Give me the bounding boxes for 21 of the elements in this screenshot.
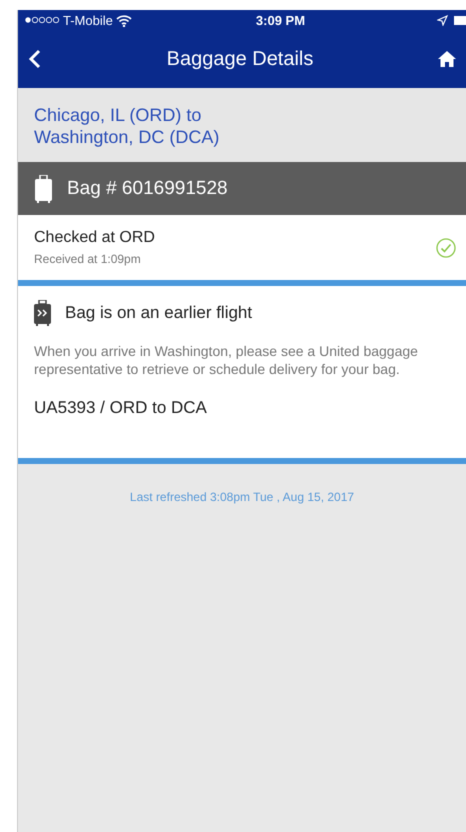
flight-info: UA5393 / ORD to DCA bbox=[34, 398, 208, 418]
notice-message: When you arrive in Washington, please see a United baggage representative to retrieve or schedule delivery for your bag. bbox=[34, 342, 419, 378]
back-chevron-icon bbox=[28, 49, 42, 69]
route-title: Chicago, IL (ORD) to Washington, DC (DCA) bbox=[34, 104, 220, 148]
home-button[interactable] bbox=[438, 50, 456, 68]
event-detail: Received at 1:09pm bbox=[34, 252, 142, 266]
notice-title: Bag is on an earlier flight bbox=[65, 303, 252, 323]
suitcase-icon bbox=[34, 174, 53, 202]
event-title: Checked at ORD bbox=[34, 229, 156, 247]
battery-icon bbox=[454, 16, 466, 24]
location-arrow-icon bbox=[437, 14, 448, 26]
home-icon bbox=[438, 50, 456, 68]
suitcase-forward-icon bbox=[34, 300, 51, 326]
signal-icon bbox=[24, 15, 60, 25]
wifi-icon bbox=[116, 14, 132, 26]
screen-title: Baggage Details bbox=[166, 48, 314, 70]
last-refreshed-text: Last refreshed 3:08pm Tue , Aug 15, 2017 bbox=[130, 490, 354, 504]
carrier-name: T-Mobile bbox=[63, 12, 113, 28]
clock-time: 3:09 PM bbox=[254, 12, 306, 28]
back-button[interactable] bbox=[28, 49, 42, 69]
bag-number: Bag # 6016991528 bbox=[67, 178, 228, 200]
